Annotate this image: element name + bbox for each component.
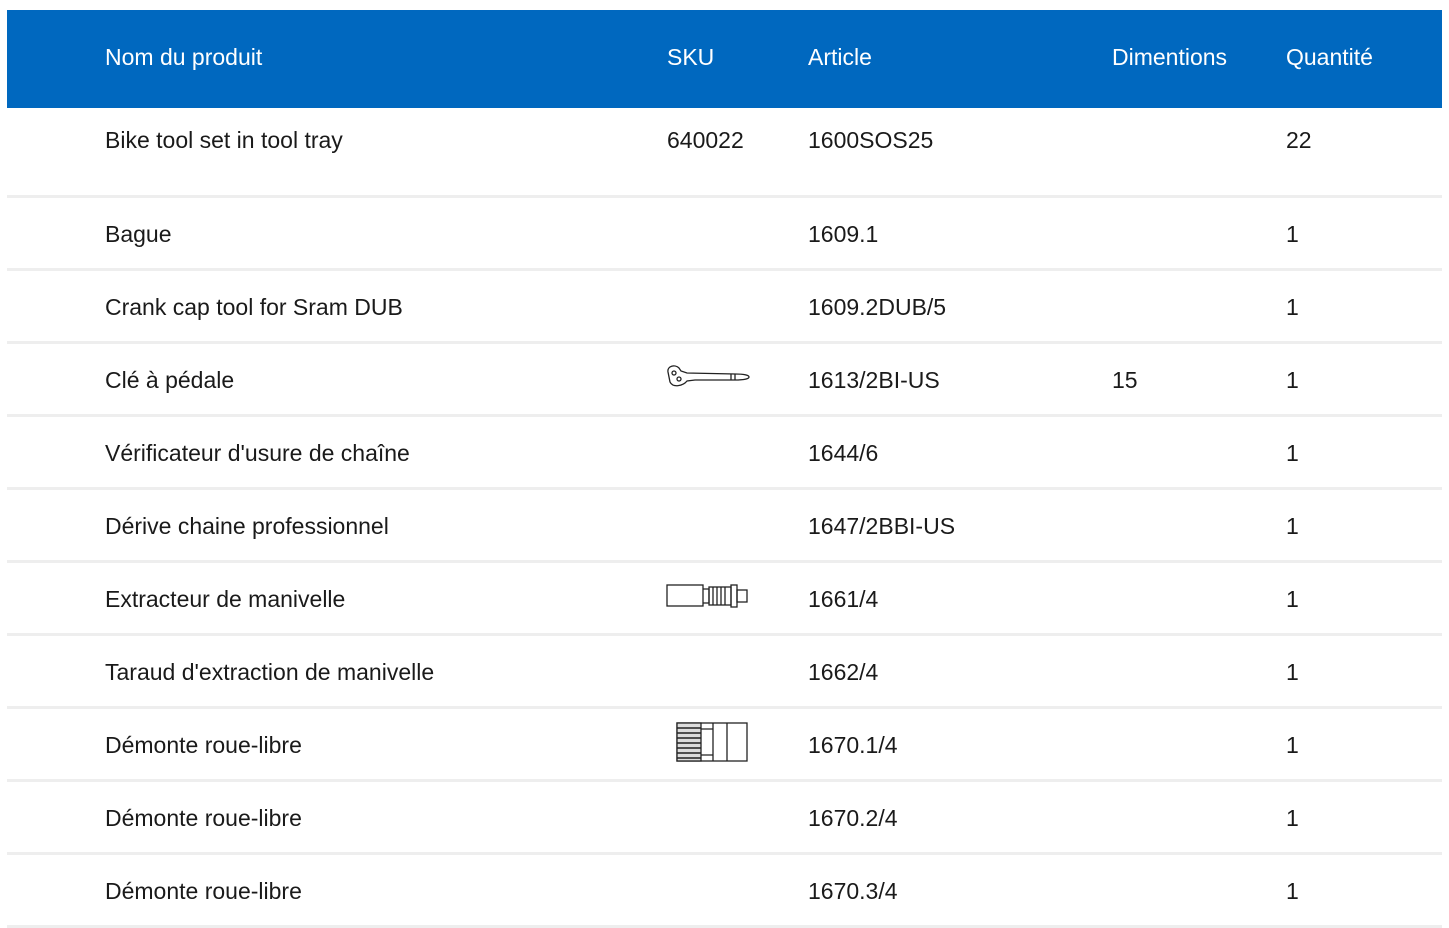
article-number: 1670.3/4 <box>808 878 898 904</box>
quantity-value: 1 <box>1286 586 1299 612</box>
table-row[interactable]: Crank cap tool for Sram DUB 1609.2DUB/5 1 <box>7 271 1442 344</box>
column-header-dimensions[interactable]: Dimentions <box>1112 43 1227 71</box>
quantity-value: 1 <box>1286 659 1299 685</box>
product-name[interactable]: Crank cap tool for Sram DUB <box>105 293 403 321</box>
crank-puller-icon <box>665 570 751 622</box>
table-row[interactable]: Clé à pédale 1613/2BI-US 15 1 <box>7 344 1442 417</box>
freewheel-remover-icon <box>665 716 751 768</box>
article-number: 1644/6 <box>808 440 879 466</box>
product-name[interactable]: Bike tool set in tool tray <box>105 126 343 154</box>
sku-value: 640022 <box>667 127 744 153</box>
product-name[interactable]: Vérificateur d'usure de chaîne <box>105 439 410 467</box>
column-header-article[interactable]: Article <box>808 43 872 71</box>
article-number: 1600SOS25 <box>808 127 934 153</box>
table-row[interactable]: Vérificateur d'usure de chaîne 1644/6 1 <box>7 417 1442 490</box>
table-header: Nom du produit SKU Article Dimentions Qu… <box>7 10 1442 108</box>
quantity-value: 22 <box>1286 127 1312 153</box>
product-table: Nom du produit SKU Article Dimentions Qu… <box>7 10 1442 928</box>
quantity-value: 1 <box>1286 878 1299 904</box>
quantity-value: 1 <box>1286 805 1299 831</box>
dimensions-value: 15 <box>1112 367 1138 393</box>
table-row[interactable]: Bike tool set in tool tray 640022 1600SOS2… <box>7 108 1442 198</box>
table-row[interactable]: Dérive chaine professionnel 1647/2BBI-US 1 <box>7 490 1442 563</box>
article-number: 1670.1/4 <box>808 732 898 758</box>
table-row[interactable]: Taraud d'extraction de manivelle 1662/4 1 <box>7 636 1442 709</box>
pedal-wrench-icon <box>665 351 751 403</box>
table-row[interactable]: Extracteur de manivelle 1661/4 1 <box>7 563 1442 636</box>
table-row[interactable]: Démonte roue-libre 1670.3/4 1 <box>7 855 1442 928</box>
quantity-value: 1 <box>1286 732 1299 758</box>
table-body: Bike tool set in tool tray 640022 1600SOS2… <box>7 108 1442 928</box>
article-number: 1609.2DUB/5 <box>808 294 947 320</box>
quantity-value: 1 <box>1286 221 1299 247</box>
column-header-quantity[interactable]: Quantité <box>1286 43 1373 71</box>
product-name[interactable]: Démonte roue-libre <box>105 731 302 759</box>
quantity-value: 1 <box>1286 440 1299 466</box>
product-name[interactable]: Clé à pédale <box>105 366 234 394</box>
quantity-value: 1 <box>1286 367 1299 393</box>
article-number: 1609.1 <box>808 221 879 247</box>
column-header-name[interactable]: Nom du produit <box>105 43 262 71</box>
table-row[interactable]: Démonte roue-libre 1670.1/4 1 <box>7 709 1442 782</box>
table-row[interactable]: Bague 1609.1 1 <box>7 198 1442 271</box>
article-number: 1670.2/4 <box>808 805 898 831</box>
quantity-value: 1 <box>1286 294 1299 320</box>
article-number: 1647/2BBI-US <box>808 513 956 539</box>
table-row[interactable]: Démonte roue-libre 1670.2/4 1 <box>7 782 1442 855</box>
product-name[interactable]: Extracteur de manivelle <box>105 585 345 613</box>
column-header-sku[interactable]: SKU <box>667 43 714 71</box>
product-name[interactable]: Bague <box>105 220 172 248</box>
quantity-value: 1 <box>1286 513 1299 539</box>
product-name[interactable]: Taraud d'extraction de manivelle <box>105 658 434 686</box>
product-name[interactable]: Démonte roue-libre <box>105 804 302 832</box>
product-name[interactable]: Démonte roue-libre <box>105 877 302 905</box>
product-name[interactable]: Dérive chaine professionnel <box>105 512 389 540</box>
article-number: 1613/2BI-US <box>808 367 940 393</box>
article-number: 1661/4 <box>808 586 879 612</box>
article-number: 1662/4 <box>808 659 879 685</box>
